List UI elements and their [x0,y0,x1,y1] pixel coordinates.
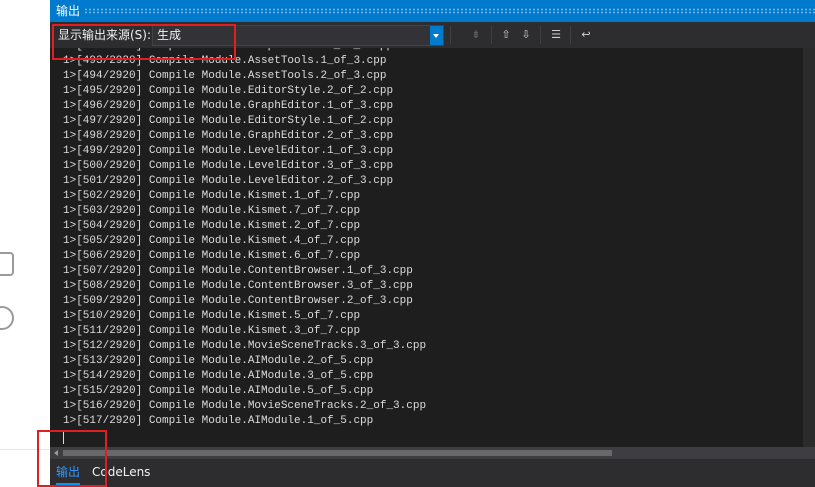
output-line: 1>[509/2920] Compile Module.ContentBrows… [63,295,413,307]
output-line: 1>[495/2920] Compile Module.EditorStyle.… [63,85,394,97]
output-line: 1>[505/2920] Compile Module.Kismet.4_of_… [63,235,361,247]
output-line: 1>[517/2920] Compile Module.AIModule.1_o… [63,415,374,427]
output-line: 1>[503/2920] Compile Module.Kismet.7_of_… [63,205,361,217]
clear-all-icon[interactable]: ☰ [547,25,565,45]
next-message-icon[interactable]: ⇩ [517,25,535,45]
chevron-down-icon[interactable] [430,26,443,45]
source-dropdown-value: 生成 [157,28,182,42]
output-line: 1>[501/2920] Compile Module.LevelEditor.… [63,175,394,187]
scrollbar-thumb[interactable] [63,450,612,456]
output-line: 1>[511/2920] Compile Module.Kismet.3_of_… [63,325,361,337]
toolbar-separator [540,26,541,44]
output-line: 1>[510/2920] Compile Module.Kismet.5_of_… [63,310,361,322]
panel-title: 输出 [56,4,81,18]
bottom-tab-bar: 输出 CodeLens [50,459,815,487]
output-text-area[interactable]: 1>[492/2920] Compile Module.GraphEditor.… [50,48,803,447]
source-label: 显示输出来源(S): [58,28,152,42]
output-line: 1>[508/2920] Compile Module.ContentBrows… [63,280,413,292]
output-lines: 1>[492/2920] Compile Module.GraphEditor.… [63,48,426,429]
output-line: 1>[506/2920] Compile Module.Kismet.6_of_… [63,250,361,262]
horizontal-scrollbar[interactable] [50,447,815,459]
toolbar-separator [570,26,571,44]
divider [0,449,50,450]
output-line: 1>[507/2920] Compile Module.ContentBrows… [63,265,413,277]
prev-message-icon[interactable]: ⇧ [497,25,515,45]
vertical-scrollbar[interactable] [803,48,815,447]
scroll-left-icon[interactable] [54,450,58,456]
tab-codelens[interactable]: CodeLens [92,459,150,485]
output-panel: 输出 显示输出来源(S): 生成 ⇟ ⇧ ⇩ ☰ ↩ 1>[492/2920] … [50,0,815,487]
settings-icon[interactable] [0,306,14,330]
drag-grip[interactable] [84,8,815,14]
output-line: 1>[516/2920] Compile Module.MovieSceneTr… [63,400,427,412]
output-line: 1>[494/2920] Compile Module.AssetTools.2… [63,70,387,82]
output-line: 1>[504/2920] Compile Module.Kismet.2_of_… [63,220,361,232]
word-wrap-icon[interactable]: ↩ [577,25,595,45]
toolbar-separator [450,26,451,44]
panel-title-bar[interactable]: 输出 [50,0,815,22]
text-caret [63,432,64,444]
toolbar-separator [491,26,492,44]
tab-output[interactable]: 输出 [56,459,81,485]
output-line: 1>[496/2920] Compile Module.GraphEditor.… [63,100,394,112]
output-line: 1>[497/2920] Compile Module.EditorStyle.… [63,115,394,127]
source-dropdown[interactable]: 生成 [152,25,444,46]
output-line: 1>[493/2920] Compile Module.AssetTools.1… [63,55,387,67]
left-sidebar-strip [0,0,50,487]
output-line: 1>[499/2920] Compile Module.LevelEditor.… [63,145,394,157]
output-line: 1>[498/2920] Compile Module.GraphEditor.… [63,130,394,142]
go-to-location-icon[interactable]: ⇟ [467,25,485,45]
output-line: 1>[512/2920] Compile Module.MovieSceneTr… [63,340,427,352]
output-line: 1>[513/2920] Compile Module.AIModule.2_o… [63,355,374,367]
output-line: 1>[514/2920] Compile Module.AIModule.3_o… [63,370,374,382]
output-line: 1>[502/2920] Compile Module.Kismet.1_of_… [63,190,361,202]
output-toolbar: 显示输出来源(S): 生成 ⇟ ⇧ ⇩ ☰ ↩ [50,22,815,48]
output-line: 1>[500/2920] Compile Module.LevelEditor.… [63,160,394,172]
output-line: 1>[515/2920] Compile Module.AIModule.5_o… [63,385,374,397]
qr-code-icon[interactable] [0,252,14,276]
